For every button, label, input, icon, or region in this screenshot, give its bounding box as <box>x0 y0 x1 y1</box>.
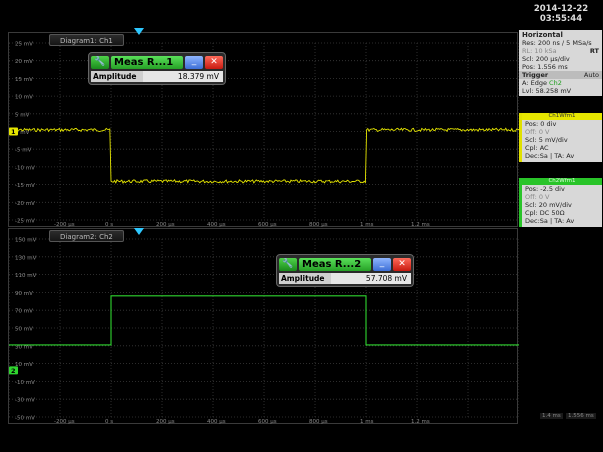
x-tick-label: -200 µs <box>54 419 75 425</box>
minimize-icon[interactable]: _ <box>185 55 203 69</box>
y-tick-label: -10 mV <box>15 165 35 171</box>
close-icon[interactable]: ✕ <box>205 55 223 69</box>
ch2-off: Off: 0 V <box>525 193 550 201</box>
x-tick-label: 800 µs <box>309 419 328 425</box>
y-tick-label: -20 mV <box>15 201 35 207</box>
trigger-mode: Auto <box>583 71 599 79</box>
y-tick-label: 110 mV <box>15 273 37 279</box>
trigger-position-marker-2[interactable] <box>134 228 144 235</box>
horizontal-res: Res: 200 ns / 5 MSa/s <box>522 39 592 47</box>
diagram1-canvas: 25 mV20 mV15 mV10 mV5 mV0 mV-5 mV-10 mV-… <box>9 42 519 228</box>
date-label: 2014-12-22 <box>533 4 589 14</box>
y-tick-label: 70 mV <box>15 309 33 315</box>
measurement-label-1: Amplitude <box>91 71 143 82</box>
ch2-header: Ch2Wfm1 <box>522 178 602 185</box>
x-tick-label: 200 µs <box>156 419 175 425</box>
y-tick-label: -10 mV <box>15 380 35 386</box>
y-tick-label: -30 mV <box>15 398 35 404</box>
x-tick-label: 400 µs <box>207 419 226 425</box>
measurement-value-1: 18.379 mV <box>177 72 219 81</box>
x-tick-label: 0 s <box>105 419 113 425</box>
measurement-result-1[interactable]: 🔧 Meas R...1 _ ✕ Amplitude 18.379 mV <box>88 52 226 85</box>
wrench-icon[interactable]: 🔧 <box>91 55 109 69</box>
measurement-value-2: 57.708 mV <box>365 274 407 283</box>
measurement-title-1: Meas R...1 <box>111 55 183 69</box>
close-icon[interactable]: ✕ <box>393 257 411 271</box>
horizontal-title: Horizontal <box>522 31 563 39</box>
oscilloscope-screen: 2014-12-22 03:55:44 25 mV 20 mV 15 mV 10 mV… <box>0 0 603 452</box>
trigger-type: A: Edge <box>522 79 547 87</box>
channel-marker-label: 1 <box>11 128 16 136</box>
y-tick-label: 130 mV <box>15 255 37 261</box>
trigger-level: Lvl: 58.258 mV <box>522 87 572 95</box>
horizontal-scl: Scl: 200 µs/div <box>522 55 570 63</box>
ch1-cpl: Cpl: AC <box>525 144 549 152</box>
x-tick-label: 1.2 ms <box>411 419 430 425</box>
ch1-settings-panel[interactable]: Ch1Wfm1 Pos: 0 div Off: 0 V Scl: 5 mV/di… <box>519 113 602 162</box>
wrench-icon[interactable]: 🔧 <box>279 257 297 271</box>
horizontal-trigger-panel[interactable]: Horizontal Res: 200 ns / 5 MSa/s RL: 10 … <box>519 30 602 96</box>
diagram2-tab[interactable]: Diagram2: Ch2 <box>49 230 124 242</box>
y-tick-label: -15 mV <box>15 183 35 189</box>
y-tick-label: 15 mV <box>15 77 33 83</box>
y-tick-label: 50 mV <box>15 327 33 333</box>
y-tick-label: -25 mV <box>15 219 35 225</box>
y-tick-label: 150 mV <box>15 238 37 244</box>
minimize-icon[interactable]: _ <box>373 257 391 271</box>
ch2-settings-panel[interactable]: Ch2Wfm1 Pos: -2.5 div Off: 0 V Scl: 20 m… <box>519 178 602 227</box>
x-tick-label: 1 ms <box>360 419 374 425</box>
ch1-header: Ch1Wfm1 <box>522 113 602 120</box>
trigger-source: Ch2 <box>549 79 562 87</box>
ch1-dec: Dec:Sa | TA: Av <box>525 152 575 160</box>
x-tick-label: 600 µs <box>258 419 277 425</box>
y-tick-label: -5 mV <box>15 148 32 154</box>
ch2-dec: Dec:Sa | TA: Av <box>525 217 575 225</box>
diagram2-plot[interactable]: 150 mV 130 mV 110 mV 90 mV 70 mV 50 mV 30 mV 10… <box>8 228 519 425</box>
ch2-pos: Pos: -2.5 div <box>525 185 565 193</box>
time-readout-right: 1.556 ms <box>566 413 596 419</box>
diagram1-tab[interactable]: Diagram1: Ch1 <box>49 34 124 46</box>
measurement-result-2[interactable]: 🔧 Meas R...2 _ ✕ Amplitude 57.708 mV <box>276 254 414 287</box>
horizontal-rl: RL: 10 kSa <box>522 47 557 55</box>
y-tick-label: 25 mV <box>15 42 33 48</box>
diagram1-plot[interactable]: 25 mV 20 mV 15 mV 10 mV 5 mV 0 mV -5 mV -10 mV -… <box>8 32 519 228</box>
ch1-pos: Pos: 0 div <box>525 120 557 128</box>
measurement-label-2: Amplitude <box>279 273 331 284</box>
horizontal-rt: RT <box>589 47 599 55</box>
y-tick-label: -50 mV <box>15 416 35 422</box>
ch2-scl: Scl: 20 mV/div <box>525 201 572 209</box>
time-label: 03:55:44 <box>539 14 583 24</box>
time-readout-left: 1.4 ms <box>540 413 563 419</box>
horizontal-pos: Pos: 1.556 ms <box>522 63 568 71</box>
y-tick-label: 10 mV <box>15 95 33 101</box>
y-tick-label: 5 mV <box>15 112 30 118</box>
ch2-cpl: Cpl: DC 50Ω <box>525 209 565 217</box>
y-tick-label: 20 mV <box>15 59 33 65</box>
measurement-title-2: Meas R...2 <box>299 257 371 271</box>
y-tick-label: 90 mV <box>15 291 33 297</box>
datetime-display: 2014-12-22 03:55:44 <box>520 4 602 24</box>
diagram2-canvas: 150 mV130 mV110 mV90 mV70 mV50 mV30 mV10… <box>9 238 519 425</box>
ch1-scl: Scl: 5 mV/div <box>525 136 568 144</box>
channel-marker-label: 2 <box>11 367 16 375</box>
trigger-position-marker-1[interactable] <box>134 28 144 35</box>
trigger-title: Trigger <box>522 71 549 79</box>
ch1-off: Off: 0 V <box>525 128 550 136</box>
